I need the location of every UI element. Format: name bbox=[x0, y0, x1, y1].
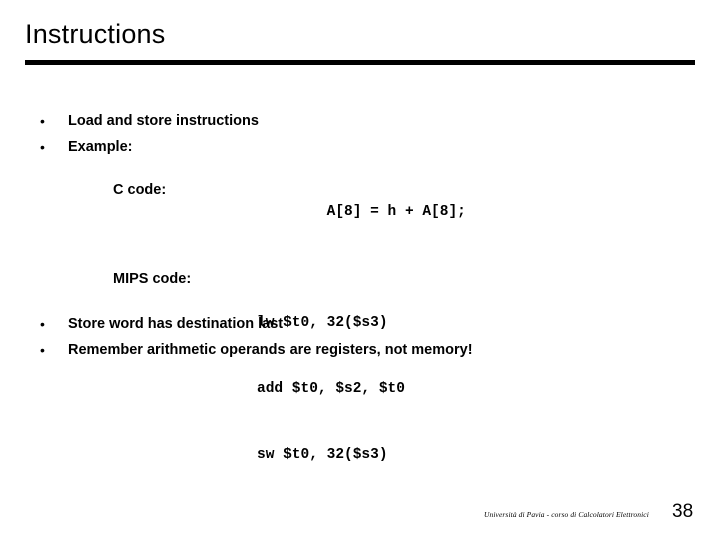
c-code-label: C code: bbox=[113, 182, 167, 198]
bullet-list-top: • Load and store instructions • Example: bbox=[0, 110, 720, 162]
bullet-point-icon: • bbox=[40, 342, 45, 358]
list-item: • Example: bbox=[0, 136, 720, 162]
code-line: sw $t0, 32($s3) bbox=[257, 447, 388, 463]
page-title: Instructions bbox=[25, 19, 166, 49]
list-item: • Remember arithmetic operands are regis… bbox=[0, 339, 720, 365]
list-item: • Load and store instructions bbox=[0, 110, 720, 136]
bullet-text: Load and store instructions bbox=[68, 113, 259, 129]
footer-credit: Università di Pavia - corso di Calcolato… bbox=[484, 510, 649, 519]
code-line: A[8] = h + A[8]; bbox=[326, 204, 466, 220]
bullet-point-icon: • bbox=[40, 139, 45, 155]
c-code-row: C code: A[8] = h + A[8]; bbox=[113, 179, 466, 245]
bullet-point-icon: • bbox=[40, 113, 45, 129]
page-number: 38 bbox=[672, 501, 694, 522]
mips-code-label: MIPS code: bbox=[113, 271, 192, 287]
bullet-text: Example: bbox=[68, 139, 133, 155]
mips-code-lines: lw $t0, 32($s3) add $t0, $s2, $t0 sw $t0… bbox=[257, 268, 405, 510]
c-code-lines: A[8] = h + A[8]; bbox=[257, 179, 466, 245]
bullet-text: Remember arithmetic operands are registe… bbox=[68, 342, 473, 358]
bullet-text: Store word has destination last bbox=[68, 316, 284, 332]
bullet-point-icon: • bbox=[40, 316, 45, 332]
mips-code-row: MIPS code: lw $t0, 32($s3) add $t0, $s2,… bbox=[113, 268, 466, 510]
list-item: • Store word has destination last bbox=[0, 313, 720, 339]
bullet-list-bottom: • Store word has destination last • Reme… bbox=[0, 313, 720, 365]
slide: Instructions • Load and store instructio… bbox=[0, 0, 720, 540]
code-line: add $t0, $s2, $t0 bbox=[257, 381, 405, 397]
title-divider bbox=[25, 60, 695, 65]
